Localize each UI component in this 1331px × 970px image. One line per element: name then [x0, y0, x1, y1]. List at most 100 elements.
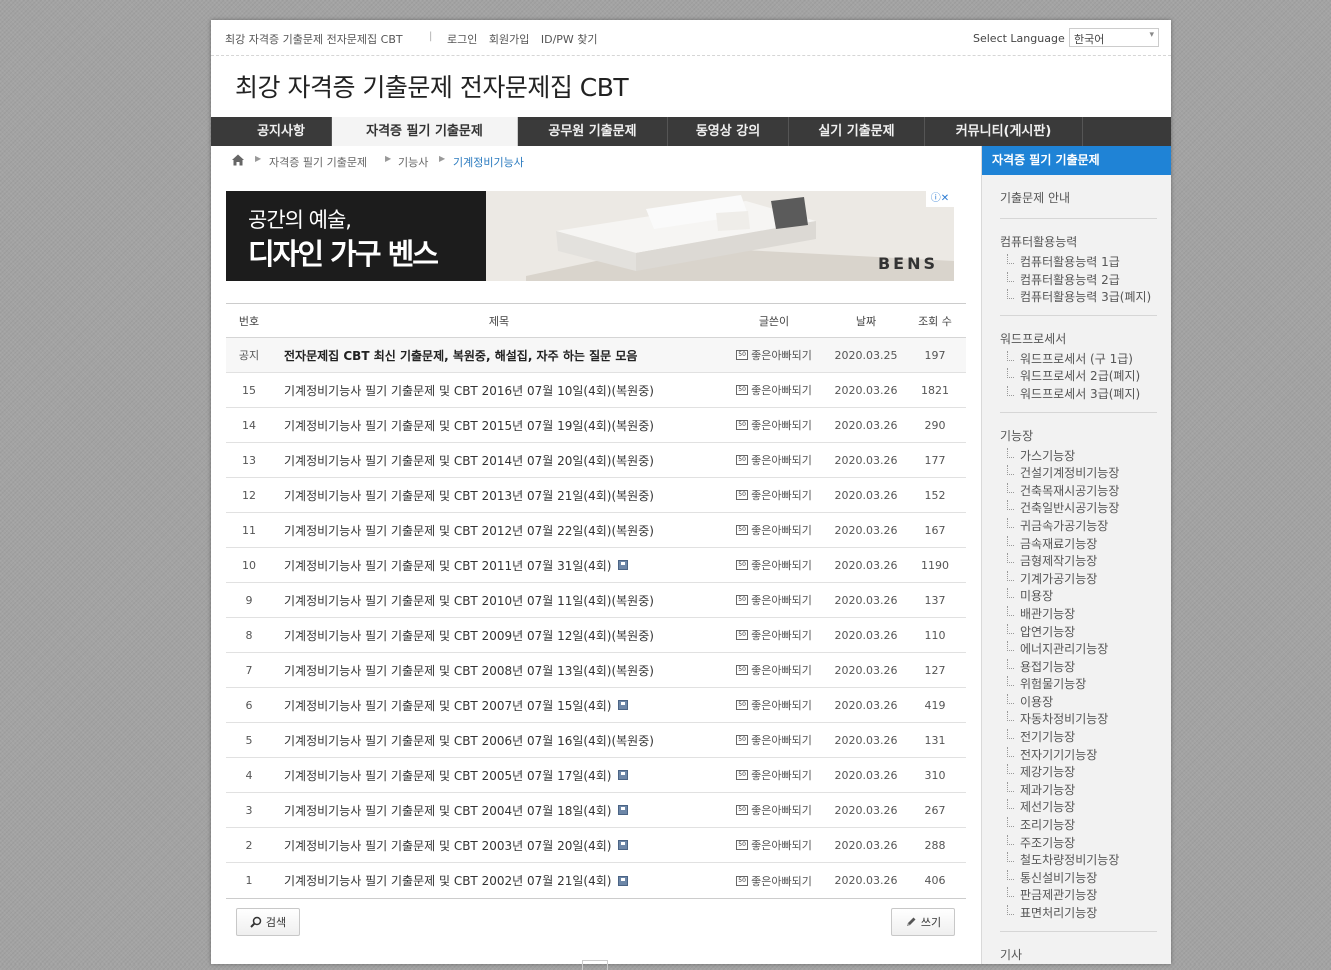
table-row[interactable]: 1 기계정비기능사 필기 기출문제 및 CBT 2002년 07월 21일(4회)…	[226, 863, 966, 898]
sidebar-item[interactable]: 표면처리기능장	[1000, 905, 1157, 923]
nav-item-video-lectures[interactable]: 동영상 강의	[668, 117, 789, 146]
sidebar-item[interactable]: 배관기능장	[1000, 605, 1157, 624]
table-row[interactable]: 14 기계정비기능사 필기 기출문제 및 CBT 2015년 07월 19일(4회…	[226, 408, 966, 443]
table-row[interactable]: 10 기계정비기능사 필기 기출문제 및 CBT 2011년 07월 31일(4회…	[226, 548, 966, 583]
sidebar-title[interactable]: 자격증 필기 기출문제	[982, 146, 1171, 175]
sidebar-item[interactable]: 워드프로세서 3급(폐지)	[1000, 385, 1157, 404]
row-author-cell[interactable]: 50 좋은아빠되기	[726, 793, 822, 827]
post-title-link[interactable]: 기계정비기능사 필기 기출문제 및 CBT 2014년 07월 20일(4회)(…	[284, 452, 654, 469]
sidebar-item[interactable]: 전기기능장	[1000, 729, 1157, 747]
post-title-link[interactable]: 기계정비기능사 필기 기출문제 및 CBT 2008년 07월 13일(4회)(…	[284, 662, 654, 679]
post-title-link[interactable]: 기계정비기능사 필기 기출문제 및 CBT 2012년 07월 22일(4회)(…	[284, 522, 654, 539]
sidebar-item[interactable]: 조리기능장	[1000, 817, 1157, 835]
breadcrumb-item-current[interactable]: 기계정비기능사	[453, 154, 524, 170]
row-author-cell[interactable]: 50 좋은아빠되기	[726, 548, 822, 582]
sidebar-item[interactable]: 철도차량정비기능장	[1000, 852, 1157, 870]
pagination[interactable]	[582, 960, 608, 970]
notice-row[interactable]: 공지 전자문제집 CBT 최신 기출문제, 복원중, 해설집, 자주 하는 질문 …	[226, 338, 966, 373]
post-title-link[interactable]: 전자문제집 CBT 최신 기출문제, 복원중, 해설집, 자주 하는 질문 모음	[284, 347, 637, 364]
post-title-link[interactable]: 기계정비기능사 필기 기출문제 및 CBT 2004년 07월 18일(4회)	[284, 802, 611, 819]
sidebar-item[interactable]: 컴퓨터활용능력 2급	[1000, 271, 1157, 290]
login-link[interactable]: 로그인	[447, 33, 477, 46]
table-row[interactable]: 3 기계정비기능사 필기 기출문제 및 CBT 2004년 07월 18일(4회)…	[226, 793, 966, 828]
sidebar-group-title[interactable]: 기사	[1000, 932, 1157, 964]
sidebar-item[interactable]: 위험물기능장	[1000, 676, 1157, 694]
sidebar-item[interactable]: 용접기능장	[1000, 658, 1157, 677]
row-author-cell[interactable]: 50 좋은아빠되기	[726, 723, 822, 757]
sidebar-item[interactable]: 가스기능장	[1000, 447, 1157, 466]
post-title-link[interactable]: 기계정비기능사 필기 기출문제 및 CBT 2006년 07월 16일(4회)(…	[284, 732, 654, 749]
row-author-cell[interactable]: 50 좋은아빠되기	[726, 513, 822, 547]
sidebar-item[interactable]: 건축일반시공기능장	[1000, 500, 1157, 518]
post-title-link[interactable]: 기계정비기능사 필기 기출문제 및 CBT 2003년 07월 20일(4회)	[284, 837, 611, 854]
sidebar-item[interactable]: 워드프로세서 2급(폐지)	[1000, 368, 1157, 386]
post-title-link[interactable]: 기계정비기능사 필기 기출문제 및 CBT 2010년 07월 11일(4회)(…	[284, 592, 654, 609]
sidebar-item[interactable]: 전자기기기능장	[1000, 746, 1157, 765]
search-button[interactable]: 검색	[236, 908, 300, 936]
table-row[interactable]: 2 기계정비기능사 필기 기출문제 및 CBT 2003년 07월 20일(4회)…	[226, 828, 966, 863]
column-header-views[interactable]: 조회 수	[908, 304, 962, 337]
sidebar-item[interactable]: 에너지관리기능장	[1000, 641, 1157, 659]
sidebar-group-title[interactable]: 워드프로세서	[1000, 316, 1157, 351]
sidebar-item[interactable]: 미용장	[1000, 588, 1157, 606]
table-row[interactable]: 4 기계정비기능사 필기 기출문제 및 CBT 2005년 07월 17일(4회)…	[226, 758, 966, 793]
find-id-pw-link[interactable]: ID/PW 찾기	[541, 33, 598, 46]
sidebar-item[interactable]: 압연기능장	[1000, 623, 1157, 642]
post-title-link[interactable]: 기계정비기능사 필기 기출문제 및 CBT 2005년 07월 17일(4회)	[284, 767, 611, 784]
ad-banner[interactable]: 공간의 예술, 디자인 가구 벤스 BENS ⓘ✕	[226, 191, 954, 281]
nav-item-civil-service[interactable]: 공무원 기출문제	[518, 117, 668, 146]
nav-item-written-exams[interactable]: 자격증 필기 기출문제	[332, 117, 518, 146]
row-author-cell[interactable]: 50 좋은아빠되기	[726, 443, 822, 477]
table-row[interactable]: 13 기계정비기능사 필기 기출문제 및 CBT 2014년 07월 20일(4회…	[226, 443, 966, 478]
sidebar-group-title[interactable]: 기출문제 안내	[1000, 175, 1157, 210]
sidebar-item[interactable]: 제강기능장	[1000, 764, 1157, 782]
row-author-cell[interactable]: 50 좋은아빠되기	[726, 828, 822, 862]
row-author-cell[interactable]: 50 좋은아빠되기	[726, 758, 822, 792]
table-row[interactable]: 7 기계정비기능사 필기 기출문제 및 CBT 2008년 07월 13일(4회)…	[226, 653, 966, 688]
post-title-link[interactable]: 기계정비기능사 필기 기출문제 및 CBT 2009년 07월 12일(4회)(…	[284, 627, 654, 644]
sidebar-group-title[interactable]: 컴퓨터활용능력	[1000, 219, 1157, 254]
post-title-link[interactable]: 기계정비기능사 필기 기출문제 및 CBT 2002년 07월 21일(4회)	[284, 872, 611, 889]
sidebar-item[interactable]: 워드프로세서 (구 1급)	[1000, 350, 1157, 369]
sidebar-item[interactable]: 기계가공기능장	[1000, 570, 1157, 589]
sidebar-item[interactable]: 이용장	[1000, 693, 1157, 712]
sidebar-item[interactable]: 제과기능장	[1000, 781, 1157, 800]
language-select[interactable]: 한국어 ▾	[1069, 28, 1159, 47]
sidebar-item[interactable]: 컴퓨터활용능력 3급(폐지)	[1000, 289, 1157, 307]
table-row[interactable]: 5 기계정비기능사 필기 기출문제 및 CBT 2006년 07월 16일(4회)…	[226, 723, 966, 758]
post-title-link[interactable]: 기계정비기능사 필기 기출문제 및 CBT 2013년 07월 21일(4회)(…	[284, 487, 654, 504]
post-title-link[interactable]: 기계정비기능사 필기 기출문제 및 CBT 2007년 07월 15일(4회)	[284, 697, 611, 714]
table-row[interactable]: 6 기계정비기능사 필기 기출문제 및 CBT 2007년 07월 15일(4회)…	[226, 688, 966, 723]
table-row[interactable]: 8 기계정비기능사 필기 기출문제 및 CBT 2009년 07월 12일(4회)…	[226, 618, 966, 653]
sidebar-item[interactable]: 건설기계정비기능장	[1000, 465, 1157, 483]
sidebar-item[interactable]: 통신설비기능장	[1000, 869, 1157, 888]
nav-item-notice[interactable]: 공지사항	[231, 117, 332, 146]
nav-item-community[interactable]: 커뮤니티(게시판)	[925, 117, 1083, 146]
ad-choices-icon[interactable]: ⓘ✕	[926, 191, 954, 207]
row-author-cell[interactable]: 50 좋은아빠되기	[726, 688, 822, 722]
post-title-link[interactable]: 기계정비기능사 필기 기출문제 및 CBT 2015년 07월 19일(4회)(…	[284, 417, 654, 434]
breadcrumb-item-category[interactable]: 자격증 필기 기출문제	[269, 154, 367, 170]
breadcrumb-item-level[interactable]: 기능사	[398, 154, 428, 170]
sidebar-item[interactable]: 금속재료기능장	[1000, 535, 1157, 554]
sidebar-item[interactable]: 판금제관기능장	[1000, 887, 1157, 905]
site-home-link[interactable]: 최강 자격증 기출문제 전자문제집 CBT	[225, 31, 403, 47]
row-author-cell[interactable]: 50 좋은아빠되기	[726, 618, 822, 652]
sidebar-item[interactable]: 금형제작기능장	[1000, 553, 1157, 571]
row-author-cell[interactable]: 50 좋은아빠되기	[726, 653, 822, 687]
post-title-link[interactable]: 기계정비기능사 필기 기출문제 및 CBT 2016년 07월 10일(4회)(…	[284, 382, 654, 399]
nav-item-practical-exams[interactable]: 실기 기출문제	[789, 117, 925, 146]
signup-link[interactable]: 회원가입	[489, 33, 529, 46]
table-row[interactable]: 9 기계정비기능사 필기 기출문제 및 CBT 2010년 07월 11일(4회)…	[226, 583, 966, 618]
row-author-cell[interactable]: 50 좋은아빠되기	[726, 338, 822, 372]
row-author-cell[interactable]: 50 좋은아빠되기	[726, 478, 822, 512]
row-author-cell[interactable]: 50 좋은아빠되기	[726, 408, 822, 442]
write-button[interactable]: 쓰기	[891, 908, 955, 936]
table-row[interactable]: 12 기계정비기능사 필기 기출문제 및 CBT 2013년 07월 21일(4회…	[226, 478, 966, 513]
site-title[interactable]: 최강 자격증 기출문제 전자문제집 CBT	[235, 68, 629, 104]
sidebar-item[interactable]: 컴퓨터활용능력 1급	[1000, 254, 1157, 272]
row-author-cell[interactable]: 50 좋은아빠되기	[726, 373, 822, 407]
sidebar-item[interactable]: 귀금속가공기능장	[1000, 517, 1157, 536]
sidebar-item[interactable]: 제선기능장	[1000, 799, 1157, 817]
home-icon[interactable]	[231, 153, 245, 167]
